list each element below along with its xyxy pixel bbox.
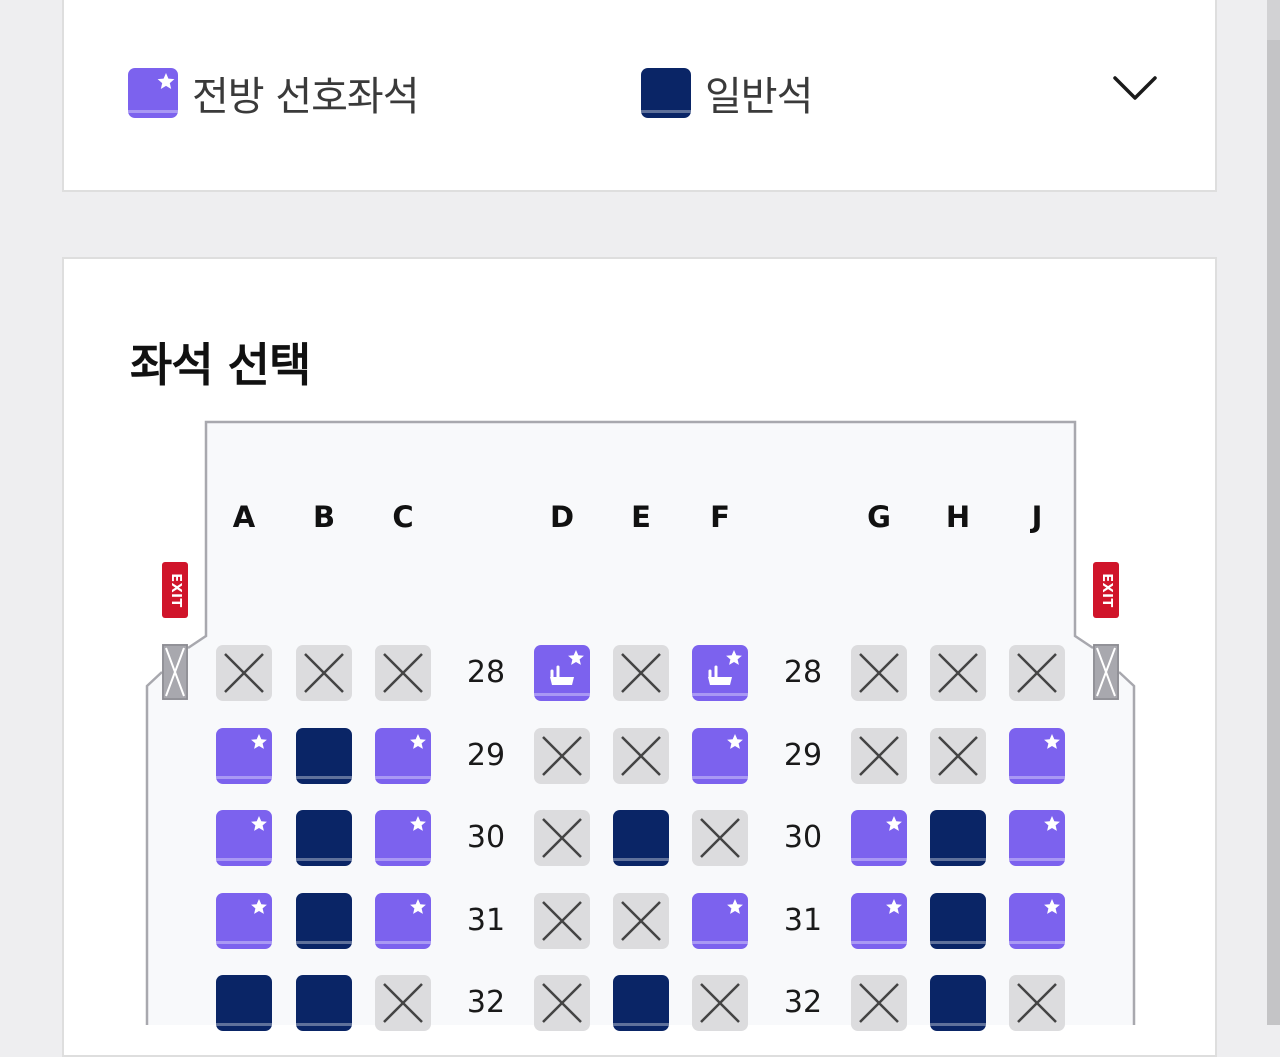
seat-31b-standard[interactable] — [296, 892, 352, 949]
seat-32h-standard[interactable] — [930, 975, 986, 1031]
seat-29g-occupied — [851, 727, 907, 784]
seat-30e-standard[interactable] — [613, 810, 669, 866]
seat-32b-standard[interactable] — [296, 975, 352, 1031]
row-label: 30 — [466, 820, 506, 855]
seat-28h-occupied — [930, 645, 986, 701]
legend-standard-label: 일반석 — [705, 74, 813, 120]
legend-standard: 일반석 — [641, 68, 813, 120]
seat-31h-standard[interactable] — [930, 892, 986, 949]
column-label-j: J — [1031, 500, 1043, 534]
seat-30a-preferred[interactable] — [216, 810, 272, 866]
row-label: 32 — [466, 985, 506, 1020]
seat-32e-standard[interactable] — [613, 975, 669, 1031]
standard-seat-icon — [641, 68, 691, 118]
preferred-seat-star-icon — [128, 68, 178, 118]
column-label-c: C — [392, 500, 414, 534]
exit-sign-left: EXIT — [162, 562, 188, 618]
seat-31e-occupied — [613, 892, 669, 949]
column-label-g: G — [867, 500, 891, 534]
seat-28f-bassinet[interactable] — [692, 645, 748, 701]
seat-32a-standard[interactable] — [216, 975, 272, 1031]
exit-label-left: EXIT — [167, 572, 183, 608]
seat-29e-occupied — [613, 727, 669, 784]
seat-30h-standard[interactable] — [930, 810, 986, 866]
seat-legend-panel: 전방 선호좌석 일반석 — [62, 0, 1217, 192]
seat-31f-preferred[interactable] — [692, 892, 748, 949]
seat-32c-occupied — [375, 975, 431, 1031]
legend-preferred-label: 전방 선호좌석 — [192, 74, 420, 120]
section-title: 좌석 선택 — [130, 338, 311, 392]
seat-31d-occupied — [534, 892, 590, 949]
row-label: 32 — [783, 985, 823, 1020]
column-label-b: B — [312, 500, 336, 534]
scrollbar-thumb[interactable] — [1267, 40, 1280, 1025]
seat-30f-occupied — [692, 810, 748, 866]
seat-31g-preferred[interactable] — [851, 892, 907, 949]
seat-32j-occupied — [1009, 975, 1065, 1031]
seat-32g-occupied — [851, 975, 907, 1031]
seat-29f-preferred[interactable] — [692, 727, 748, 784]
seat-29h-occupied — [930, 727, 986, 784]
seat-30j-preferred[interactable] — [1009, 810, 1065, 866]
legend-preferred: 전방 선호좌석 — [128, 68, 420, 120]
exit-door-right-icon — [1093, 644, 1119, 700]
chevron-down-icon[interactable] — [1112, 70, 1158, 106]
column-label-a: A — [232, 500, 256, 534]
seat-29j-preferred[interactable] — [1009, 727, 1065, 784]
seat-28a-occupied — [216, 645, 272, 701]
column-label-e: E — [631, 500, 651, 534]
row-label: 31 — [783, 902, 823, 938]
seat-32f-occupied — [692, 975, 748, 1031]
seat-32d-occupied — [534, 975, 590, 1031]
seat-28d-bassinet[interactable] — [534, 645, 590, 701]
row-label: 29 — [466, 737, 506, 773]
seat-28e-occupied — [613, 645, 669, 701]
column-label-f: F — [710, 500, 730, 534]
column-label-h: H — [945, 500, 971, 534]
seat-29d-occupied — [534, 727, 590, 784]
row-label: 28 — [466, 655, 506, 690]
seat-29b-standard[interactable] — [296, 727, 352, 784]
exit-sign-right: EXIT — [1093, 562, 1119, 618]
seat-28c-occupied — [375, 645, 431, 701]
seat-28j-occupied — [1009, 645, 1065, 701]
seat-29c-preferred[interactable] — [375, 727, 431, 784]
seat-31c-preferred[interactable] — [375, 892, 431, 949]
row-label: 29 — [783, 737, 823, 773]
seat-30c-preferred[interactable] — [375, 810, 431, 866]
seat-29a-preferred[interactable] — [216, 727, 272, 784]
seat-30b-standard[interactable] — [296, 810, 352, 866]
exit-label-right: EXIT — [1098, 572, 1114, 608]
seat-31j-preferred[interactable] — [1009, 892, 1065, 949]
seat-28b-occupied — [296, 645, 352, 701]
row-label: 28 — [783, 655, 823, 690]
column-label-d: D — [549, 500, 575, 534]
seat-30g-preferred[interactable] — [851, 810, 907, 866]
exit-door-left-icon — [162, 644, 188, 700]
seat-30d-occupied — [534, 810, 590, 866]
row-label: 31 — [466, 902, 506, 938]
seat-28g-occupied — [851, 645, 907, 701]
seat-31a-preferred[interactable] — [216, 892, 272, 949]
row-label: 30 — [783, 820, 823, 855]
